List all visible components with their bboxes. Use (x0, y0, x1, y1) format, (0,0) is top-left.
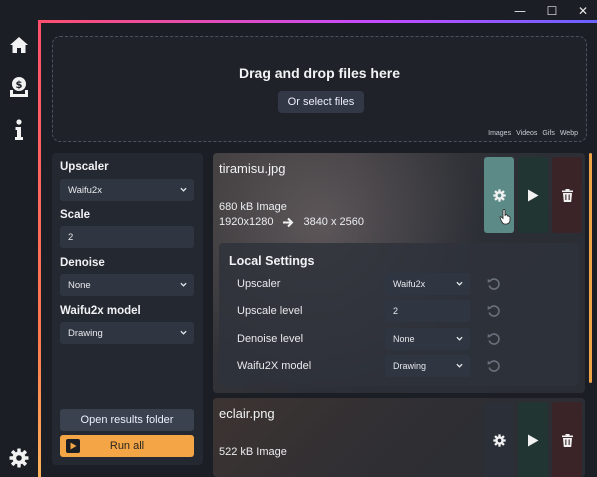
reset-icon[interactable] (487, 332, 501, 346)
chevron-down-icon (180, 187, 187, 192)
chevron-down-icon (456, 281, 463, 286)
reset-icon[interactable] (487, 304, 501, 318)
file-play-button[interactable] (518, 157, 548, 233)
gear-icon[interactable] (6, 445, 32, 471)
waifu2x-model-select[interactable]: Drawing (60, 322, 194, 344)
file-size-type: 680 kB Image (219, 201, 287, 213)
file-card-eclair: eclair.png 522 kB Image (213, 398, 585, 477)
hand-cursor-icon (499, 209, 511, 225)
target-resolution: 3840 x 2560 (303, 216, 365, 228)
denoise-label: Denoise (60, 257, 105, 269)
format-images: Images (488, 130, 512, 137)
drop-zone-title: Drag and drop files here (238, 65, 401, 81)
minimize-button[interactable]: — (508, 2, 532, 20)
chevron-down-icon (456, 363, 463, 368)
file-name: tiramisu.jpg (219, 161, 286, 176)
format-webp: Webp (559, 130, 578, 137)
maximize-button[interactable]: ☐ (540, 2, 564, 20)
chevron-down-icon (180, 330, 187, 335)
global-settings-panel: Upscaler Waifu2x Scale 2 Denoise None Wa… (52, 153, 203, 465)
format-gifs: Gifs (542, 130, 555, 137)
close-button[interactable]: ✕ (571, 2, 595, 20)
chevron-down-icon (456, 336, 463, 341)
waifu2x-model-label: Waifu2x model (60, 305, 141, 317)
local-waifu2x-model-label: Waifu2X model (237, 360, 312, 372)
reset-icon[interactable] (487, 277, 501, 291)
file-play-button[interactable] (518, 402, 548, 477)
open-results-folder-button[interactable]: Open results folder (60, 409, 194, 431)
money-bag-icon[interactable]: $ (6, 74, 32, 100)
arrow-right-icon (283, 217, 294, 227)
drop-zone[interactable]: Drag and drop files here Or select files… (52, 36, 587, 142)
local-upscale-level-label: Upscale level (237, 305, 303, 317)
file-delete-button[interactable] (552, 157, 582, 233)
home-icon[interactable] (6, 32, 32, 58)
play-icon (528, 434, 539, 446)
reset-icon[interactable] (487, 359, 501, 373)
local-upscaler-select[interactable]: Waifu2x (385, 273, 470, 295)
play-icon (528, 189, 539, 201)
local-denoise-level-label: Denoise level (237, 333, 304, 345)
upscaler-select[interactable]: Waifu2x (60, 179, 194, 201)
local-settings-title: Local Settings (229, 254, 315, 268)
info-icon[interactable] (6, 117, 32, 143)
source-resolution: 1920x1280 (219, 216, 274, 228)
local-waifu2x-model-select[interactable]: Drawing (385, 355, 470, 377)
gear-icon (492, 188, 506, 202)
trash-icon (561, 433, 573, 447)
local-upscale-level-input[interactable]: 2 (385, 300, 470, 322)
scale-input[interactable]: 2 (60, 226, 194, 248)
chevron-down-icon (180, 282, 187, 287)
select-files-button[interactable]: Or select files (278, 91, 364, 113)
gear-icon (492, 433, 506, 447)
run-all-button[interactable]: Run all (60, 435, 194, 457)
accent-border-left (38, 20, 41, 477)
denoise-select[interactable]: None (60, 274, 194, 296)
local-upscaler-label: Upscaler (237, 278, 281, 290)
file-card-tiramisu: tiramisu.jpg 680 kB Image 1920x1280 3840… (213, 153, 585, 393)
file-settings-button[interactable] (484, 402, 514, 477)
file-name: eclair.png (219, 406, 275, 421)
play-icon (66, 439, 80, 453)
file-settings-button[interactable] (484, 157, 514, 233)
svg-text:$: $ (16, 80, 23, 91)
file-list-scrollbar[interactable] (589, 153, 592, 383)
format-videos: Videos (516, 130, 538, 137)
resolution-info: 1920x1280 3840 x 2560 (219, 216, 364, 228)
scale-label: Scale (60, 209, 91, 221)
upscaler-label: Upscaler (60, 161, 109, 173)
local-denoise-select[interactable]: None (385, 328, 470, 350)
file-delete-button[interactable] (552, 402, 582, 477)
accent-border-top (38, 20, 597, 23)
local-settings-panel: Local Settings Upscaler Waifu2x Upscale … (219, 243, 579, 386)
supported-formats: Images Videos Gifs Webp (488, 130, 578, 137)
file-size-type: 522 kB Image (219, 446, 287, 458)
trash-icon (561, 188, 573, 202)
